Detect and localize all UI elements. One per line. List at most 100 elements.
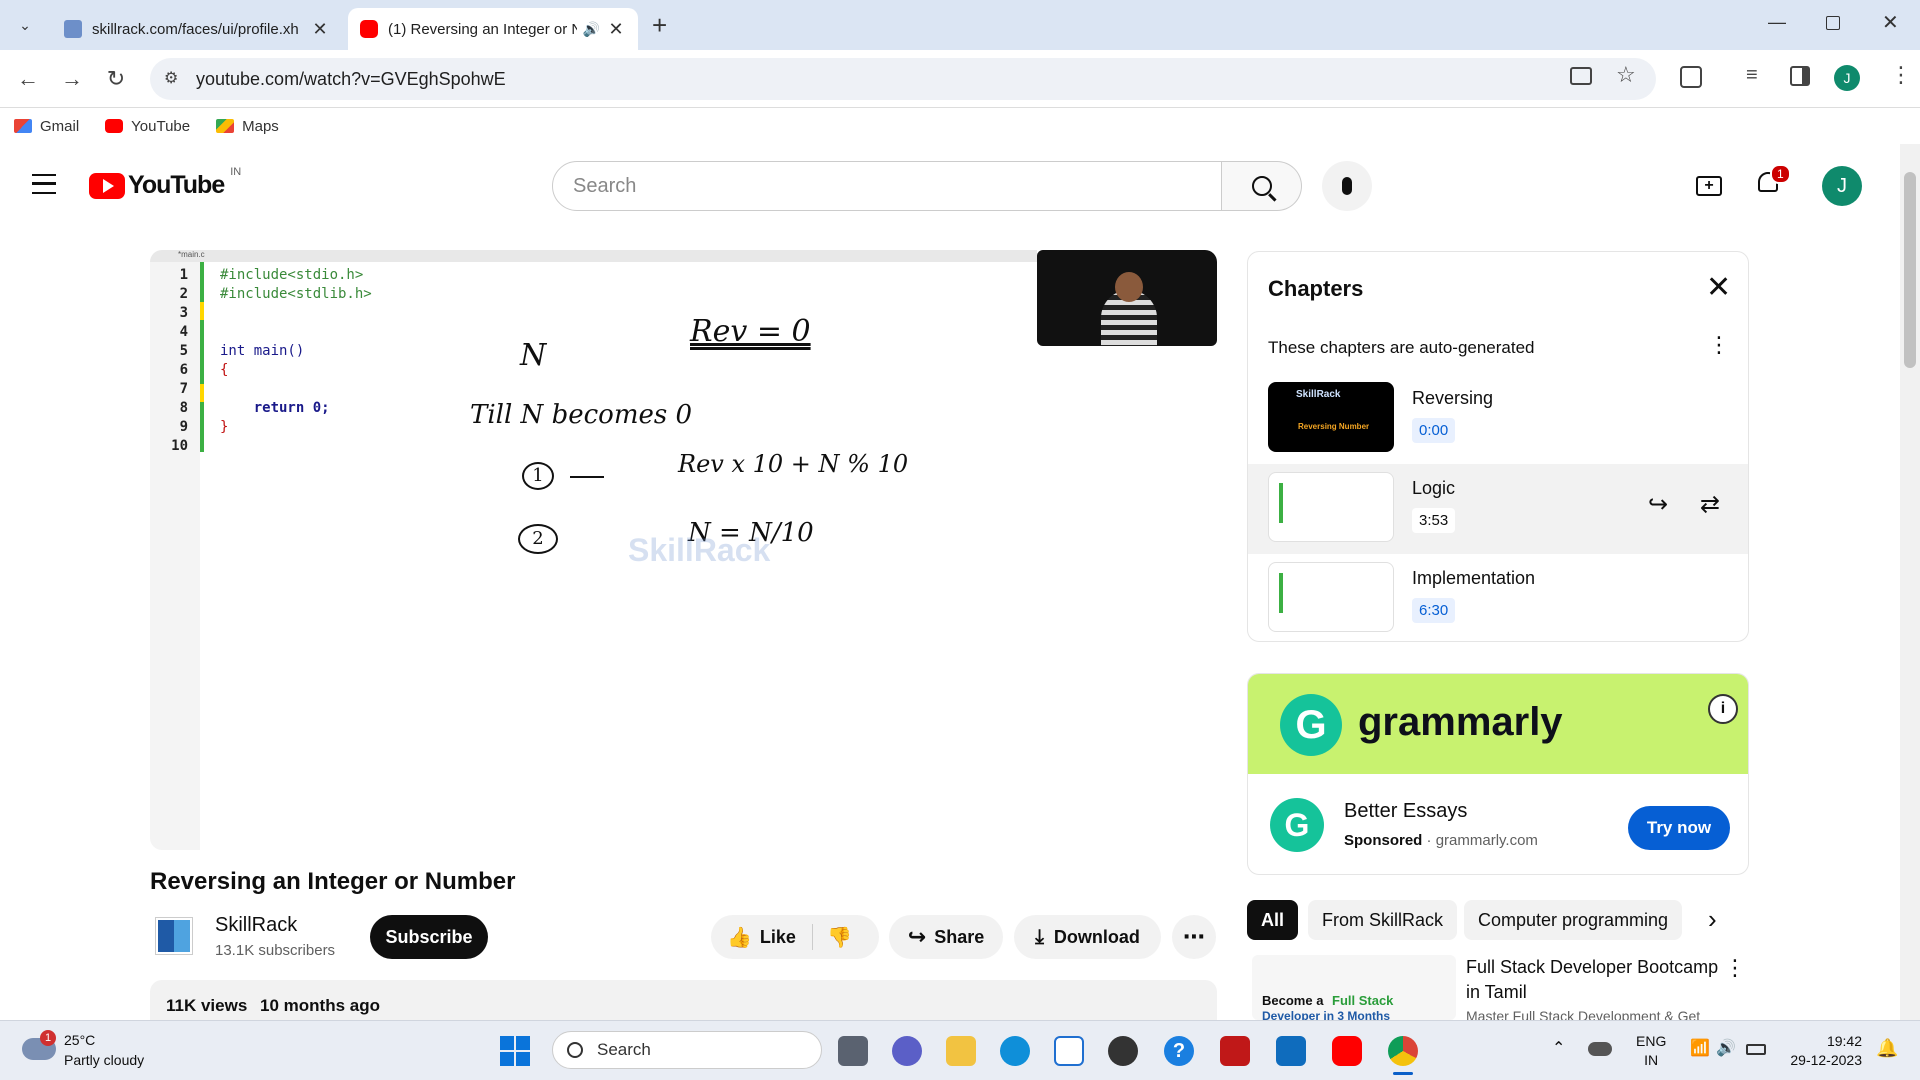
page-scrollbar[interactable] — [1900, 144, 1920, 1020]
help-icon[interactable]: ? — [1164, 1036, 1194, 1066]
code-line: return 0; — [220, 400, 330, 416]
weather-widget[interactable]: 1 25°C Partly cloudy — [22, 1030, 172, 1074]
windows-start-icon[interactable] — [500, 1036, 530, 1066]
chapter-item-logic[interactable]: Logic 3:53 ↪ ⇄ — [1248, 464, 1748, 554]
chapter-time[interactable]: 3:53 — [1412, 508, 1456, 533]
like-button[interactable]: 👍 Like — [711, 924, 813, 950]
bookmark-star-icon[interactable]: ☆ — [1616, 62, 1636, 88]
task-view-icon[interactable] — [838, 1036, 868, 1066]
scrollbar-thumb[interactable] — [1904, 172, 1916, 368]
filter-chip-from-channel[interactable]: From SkillRack — [1308, 900, 1458, 940]
more-actions-button[interactable]: ⋯ — [1172, 915, 1216, 959]
notification-center-icon[interactable]: 🔔 — [1876, 1038, 1898, 1059]
browser-tab-bar: ⌄ skillrack.com/faces/ui/profile.xh ✕ (1… — [0, 0, 1920, 50]
back-button[interactable]: ← — [12, 63, 44, 95]
restore-button[interactable] — [1826, 16, 1840, 30]
search-input[interactable]: Search — [552, 161, 1222, 211]
hamburger-menu-icon[interactable] — [32, 174, 56, 194]
recommendation-options-icon[interactable]: ⋮ — [1724, 955, 1746, 981]
media-controls-icon[interactable]: ≡ — [1746, 64, 1758, 87]
chrome-menu-icon[interactable]: ⋮ — [1890, 62, 1912, 88]
teams-chat-icon[interactable] — [892, 1036, 922, 1066]
share-button[interactable]: ↪ Share — [889, 915, 1003, 959]
youtube-app-icon[interactable] — [1332, 1036, 1362, 1066]
new-tab-button[interactable]: + — [652, 10, 667, 41]
search-button[interactable] — [1222, 161, 1302, 211]
filter-chip-all[interactable]: All — [1247, 900, 1299, 940]
dislike-button[interactable]: 👎 — [813, 925, 852, 950]
chapter-name: Reversing — [1412, 388, 1494, 408]
thumbs-up-icon: 👍 — [727, 926, 752, 949]
tab-skillrack[interactable]: skillrack.com/faces/ui/profile.xh ✕ — [52, 8, 342, 50]
ad-cta-button[interactable]: Try now — [1628, 806, 1730, 850]
chapter-time[interactable]: 6:30 — [1412, 598, 1456, 623]
browser-toolbar: ← → ↻ ⚙ youtube.com/watch?v=GVEghSpohwE … — [0, 50, 1920, 108]
video-title: Reversing an Integer or Number — [150, 868, 516, 895]
chrome-app-icon[interactable] — [1388, 1036, 1418, 1066]
battery-icon[interactable] — [1746, 1044, 1766, 1055]
speaker-icon[interactable]: 🔊 — [583, 21, 600, 38]
ad-info-icon[interactable]: i — [1708, 694, 1738, 724]
description-box[interactable]: 11K views 10 months ago — [150, 980, 1217, 1020]
bookmark-maps[interactable]: Maps — [216, 118, 279, 135]
tab-title: skillrack.com/faces/ui/profile.xh — [92, 20, 299, 38]
extensions-icon[interactable] — [1680, 66, 1702, 88]
taskbar-search[interactable]: Search — [552, 1031, 822, 1069]
voice-search-button[interactable] — [1322, 161, 1372, 211]
close-tab-icon[interactable]: ✕ — [606, 19, 626, 39]
channel-avatar[interactable] — [155, 917, 193, 955]
chapter-time[interactable]: 0:00 — [1412, 418, 1456, 443]
line-number: 10 — [171, 438, 188, 454]
tray-overflow-icon[interactable]: ⌃ — [1552, 1038, 1565, 1058]
grammarly-ad[interactable]: G grammarly i G Better Essays Sponsored … — [1247, 673, 1749, 875]
share-chapter-icon[interactable]: ↪ — [1648, 490, 1668, 519]
onedrive-icon[interactable] — [1588, 1042, 1612, 1056]
settings-app-icon[interactable] — [1108, 1036, 1138, 1066]
chapters-options-icon[interactable]: ⋮ — [1708, 332, 1730, 358]
outlook-icon[interactable] — [1276, 1036, 1306, 1066]
recommendation-title[interactable]: Full Stack Developer Bootcamp in Tamil — [1466, 955, 1718, 1005]
video-player[interactable]: *main.c 1 2 3 4 5 6 7 8 9 10 #include<st… — [150, 250, 1217, 850]
side-panel-icon[interactable] — [1790, 66, 1810, 86]
language-indicator[interactable]: ENG IN — [1636, 1032, 1666, 1070]
chapter-thumbnail — [1268, 472, 1394, 542]
site-info-icon[interactable]: ⚙ — [164, 68, 178, 88]
address-bar[interactable]: ⚙ youtube.com/watch?v=GVEghSpohwE ☆ — [150, 58, 1656, 100]
forward-button[interactable]: → — [56, 63, 88, 95]
chapter-item-reversing[interactable]: SkillRack Reversing Number Reversing 0:0… — [1248, 374, 1748, 464]
bookmark-gmail[interactable]: Gmail — [14, 118, 79, 135]
youtube-logo[interactable]: YouTube IN — [89, 166, 241, 200]
chapter-name: Logic — [1412, 478, 1456, 498]
subscribe-button[interactable]: Subscribe — [370, 915, 488, 959]
bookmark-label: Gmail — [40, 117, 80, 135]
mcafee-icon[interactable] — [1220, 1036, 1250, 1066]
install-app-icon[interactable] — [1570, 67, 1592, 85]
chips-next-icon[interactable]: › — [1708, 904, 1717, 935]
loop-chapter-icon[interactable]: ⇄ — [1700, 490, 1720, 519]
bookmark-youtube[interactable]: YouTube — [105, 118, 190, 135]
recommendation-thumbnail[interactable]: Become a Full Stack Developer in 3 Month… — [1252, 955, 1456, 1020]
volume-icon[interactable]: 🔊 — [1716, 1038, 1736, 1058]
close-chapters-icon[interactable]: ✕ — [1706, 270, 1731, 305]
download-button[interactable]: ⤓ Download — [1014, 915, 1161, 959]
line-number: 4 — [179, 324, 188, 340]
ad-banner[interactable]: G grammarly i — [1248, 674, 1748, 774]
filter-chip-topic[interactable]: Computer programming — [1464, 900, 1683, 940]
close-window-button[interactable]: ✕ — [1882, 10, 1899, 35]
notifications-bell-icon[interactable]: 1 — [1756, 164, 1791, 198]
close-tab-icon[interactable]: ✕ — [310, 19, 330, 39]
channel-name[interactable]: SkillRack — [215, 914, 297, 937]
clock[interactable]: 19:42 29-12-2023 — [1786, 1032, 1862, 1070]
edge-browser-icon[interactable] — [1000, 1036, 1030, 1066]
wifi-icon[interactable]: 📶 — [1690, 1038, 1710, 1058]
tab-search-dropdown[interactable]: ⌄ — [12, 12, 38, 38]
reload-button[interactable]: ↻ — [100, 63, 132, 95]
profile-avatar[interactable]: J — [1834, 65, 1860, 91]
create-video-icon[interactable]: + — [1696, 176, 1722, 196]
microsoft-store-icon[interactable] — [1054, 1036, 1084, 1066]
account-avatar[interactable]: J — [1822, 166, 1862, 206]
file-explorer-icon[interactable] — [946, 1036, 976, 1066]
chapter-item-implementation[interactable]: Implementation 6:30 — [1248, 554, 1748, 641]
minimize-button[interactable]: — — [1768, 12, 1786, 33]
tab-youtube[interactable]: (1) Reversing an Integer or N 🔊 ✕ — [348, 8, 638, 50]
